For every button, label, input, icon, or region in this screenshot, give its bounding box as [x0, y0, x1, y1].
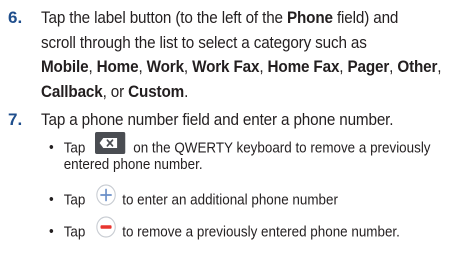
step-6-line-3: Mobile, Home, Work, Work Fax, Home Fax, … — [41, 58, 442, 76]
plus-circle-icon — [95, 184, 116, 213]
step-6-line-4: Callback, or Custom. — [41, 82, 189, 101]
bullet-delete-key: • Tap on the QWERTY keyboard to remove a … — [49, 132, 431, 176]
step-6-line-1: Tap the label button (to the left of the… — [41, 9, 399, 27]
backspace-key-icon — [94, 132, 125, 161]
bullet-dot: • — [49, 192, 54, 209]
bullet-remove-number: • Tap to remove a previously entered phon… — [49, 216, 400, 240]
step-7-text: Tap a phone number field and enter a pho… — [41, 108, 436, 133]
step-6-line-2: scroll through the list to select a cate… — [41, 33, 367, 52]
step-7-line-1: Tap a phone number field and enter a pho… — [41, 111, 394, 129]
bullet-dot: • — [49, 224, 54, 241]
bullet-dot: • — [49, 140, 54, 157]
bullet-add-number: • Tap to enter an additional phone number — [49, 184, 338, 208]
step-6-text: Tap the label button (to the left of the… — [41, 6, 442, 104]
phone-term: Phone — [286, 9, 333, 27]
step-number: 6. — [8, 8, 23, 27]
minus-circle-icon — [95, 216, 116, 245]
step-number: 7. — [8, 110, 23, 129]
